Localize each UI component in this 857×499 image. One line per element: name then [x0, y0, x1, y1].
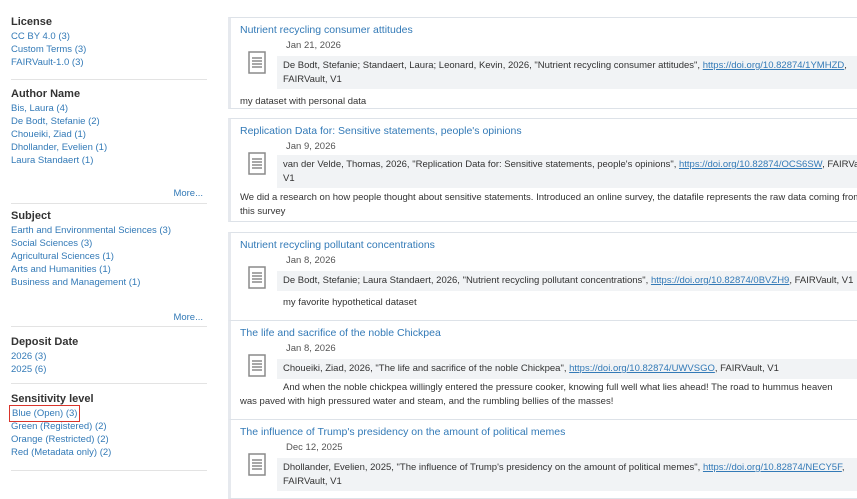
result-card: Nutrient recycling consumer attitudes Ja… — [228, 17, 857, 109]
citation-text: De Bodt, Stefanie; Standaert, Laura; Leo… — [283, 60, 701, 71]
facet-item[interactable]: Choueiki, Ziad (1) — [11, 128, 207, 141]
divider — [11, 79, 207, 80]
result-card: The influence of Trump's presidency on t… — [228, 419, 857, 499]
citation-text: , FAIRVault, V1 — [714, 363, 779, 374]
facet-item[interactable]: Laura Standaert (1) — [11, 154, 207, 167]
result-description: my dataset with personal data — [240, 96, 367, 107]
facet-title: License — [11, 16, 52, 28]
result-date: Dec 12, 2025 — [286, 442, 343, 453]
divider — [11, 470, 207, 471]
facet-item[interactable]: Agricultural Sciences (1) — [11, 250, 207, 263]
result-card: Replication Data for: Sensitive statemen… — [228, 118, 857, 222]
facet-item[interactable]: Orange (Restricted) (2) — [11, 433, 207, 446]
facet-title: Subject — [11, 210, 51, 222]
facet-item[interactable]: Green (Registered) (2) — [11, 420, 207, 433]
facet-item-selected[interactable]: Blue (Open) (3) — [8, 405, 207, 422]
doi-link[interactable]: https://doi.org/10.82874/UWVSGO — [569, 363, 715, 374]
citation: De Bodt, Stefanie; Laura Standaert, 2026… — [277, 271, 857, 291]
citation: van der Velde, Thomas, 2026, "Replicatio… — [277, 155, 857, 188]
citation-text: Choueiki, Ziad, 2026, "The life and sacr… — [283, 363, 567, 374]
citation-text: De Bodt, Stefanie; Laura Standaert, 2026… — [283, 275, 649, 286]
facet-license: License CC BY 4.0 (3) Custom Terms (3) F… — [11, 15, 207, 69]
doi-link[interactable]: https://doi.org/10.82874/1YMHZD — [703, 60, 845, 71]
result-date: Jan 9, 2026 — [286, 141, 336, 152]
dataset-icon — [248, 453, 266, 476]
result-title-link[interactable]: Replication Data for: Sensitive statemen… — [240, 125, 522, 137]
facet-subject: Subject Earth and Environmental Sciences… — [11, 209, 207, 323]
divider — [11, 326, 207, 327]
result-description: We did a research on how people thought … — [240, 192, 857, 217]
facet-item[interactable]: 2025 (6) — [11, 363, 207, 376]
facet-sensitivity: Sensitivity level Blue (Open) (3) Green … — [8, 392, 207, 459]
facet-title: Sensitivity level — [11, 393, 94, 405]
facet-item[interactable]: Custom Terms (3) — [11, 43, 207, 56]
facet-item[interactable]: CC BY 4.0 (3) — [11, 30, 207, 43]
citation-text: Dhollander, Evelien, 2025, "The influenc… — [283, 462, 701, 473]
dataset-icon — [248, 354, 266, 377]
result-card: The life and sacrifice of the noble Chic… — [228, 320, 857, 424]
facet-item[interactable]: Social Sciences (3) — [11, 237, 207, 250]
facet-title: Deposit Date — [11, 336, 79, 348]
subject-more-link[interactable]: More... — [173, 312, 203, 323]
citation: Choueiki, Ziad, 2026, "The life and sacr… — [277, 359, 857, 379]
result-date: Jan 21, 2026 — [286, 40, 341, 51]
result-title-link[interactable]: Nutrient recycling consumer attitudes — [240, 24, 413, 36]
doi-link[interactable]: https://doi.org/10.82874/OCS6SW — [679, 159, 822, 170]
divider — [11, 203, 207, 204]
facet-item[interactable]: 2026 (3) — [11, 350, 207, 363]
result-title-link[interactable]: Nutrient recycling pollutant concentrati… — [240, 239, 435, 251]
result-description: my favorite hypothetical dataset — [283, 297, 417, 308]
doi-link[interactable]: https://doi.org/10.82874/NECY5F — [703, 462, 842, 473]
facet-item[interactable]: De Bodt, Stefanie (2) — [11, 115, 207, 128]
facet-item[interactable]: Bis, Laura (4) — [11, 102, 207, 115]
dataset-icon — [248, 266, 266, 289]
citation-text: , FAIRVault, V1 — [789, 275, 854, 286]
facet-author: Author Name Bis, Laura (4) De Bodt, Stef… — [11, 87, 207, 199]
result-date: Jan 8, 2026 — [286, 343, 336, 354]
selected-highlight[interactable]: Blue (Open) (3) — [8, 405, 81, 422]
facet-item[interactable]: Business and Management (1) — [11, 276, 207, 289]
divider — [11, 383, 207, 384]
citation-text: van der Velde, Thomas, 2026, "Replicatio… — [283, 159, 677, 170]
facet-item[interactable]: Earth and Environmental Sciences (3) — [11, 224, 207, 237]
facet-item[interactable]: Arts and Humanities (1) — [11, 263, 207, 276]
doi-link[interactable]: https://doi.org/10.82874/0BVZH9 — [651, 275, 789, 286]
citation: Dhollander, Evelien, 2025, "The influenc… — [277, 458, 857, 491]
facet-deposit-date: Deposit Date 2026 (3) 2025 (6) — [11, 335, 207, 376]
facet-item[interactable]: FAIRVault-1.0 (3) — [11, 56, 207, 69]
dataset-icon — [248, 51, 266, 74]
result-description: And when the noble chickpea willingly en… — [240, 382, 833, 407]
facet-item[interactable]: Red (Metadata only) (2) — [11, 446, 207, 459]
dataset-icon — [248, 152, 266, 175]
author-more-link[interactable]: More... — [173, 188, 203, 199]
result-title-link[interactable]: The life and sacrifice of the noble Chic… — [240, 327, 441, 339]
result-date: Jan 8, 2026 — [286, 255, 336, 266]
citation: De Bodt, Stefanie; Standaert, Laura; Leo… — [277, 56, 857, 89]
result-card: Nutrient recycling pollutant concentrati… — [228, 232, 857, 323]
result-title-link[interactable]: The influence of Trump's presidency on t… — [240, 426, 565, 438]
facet-item[interactable]: Dhollander, Evelien (1) — [11, 141, 207, 154]
facet-title: Author Name — [11, 88, 81, 100]
